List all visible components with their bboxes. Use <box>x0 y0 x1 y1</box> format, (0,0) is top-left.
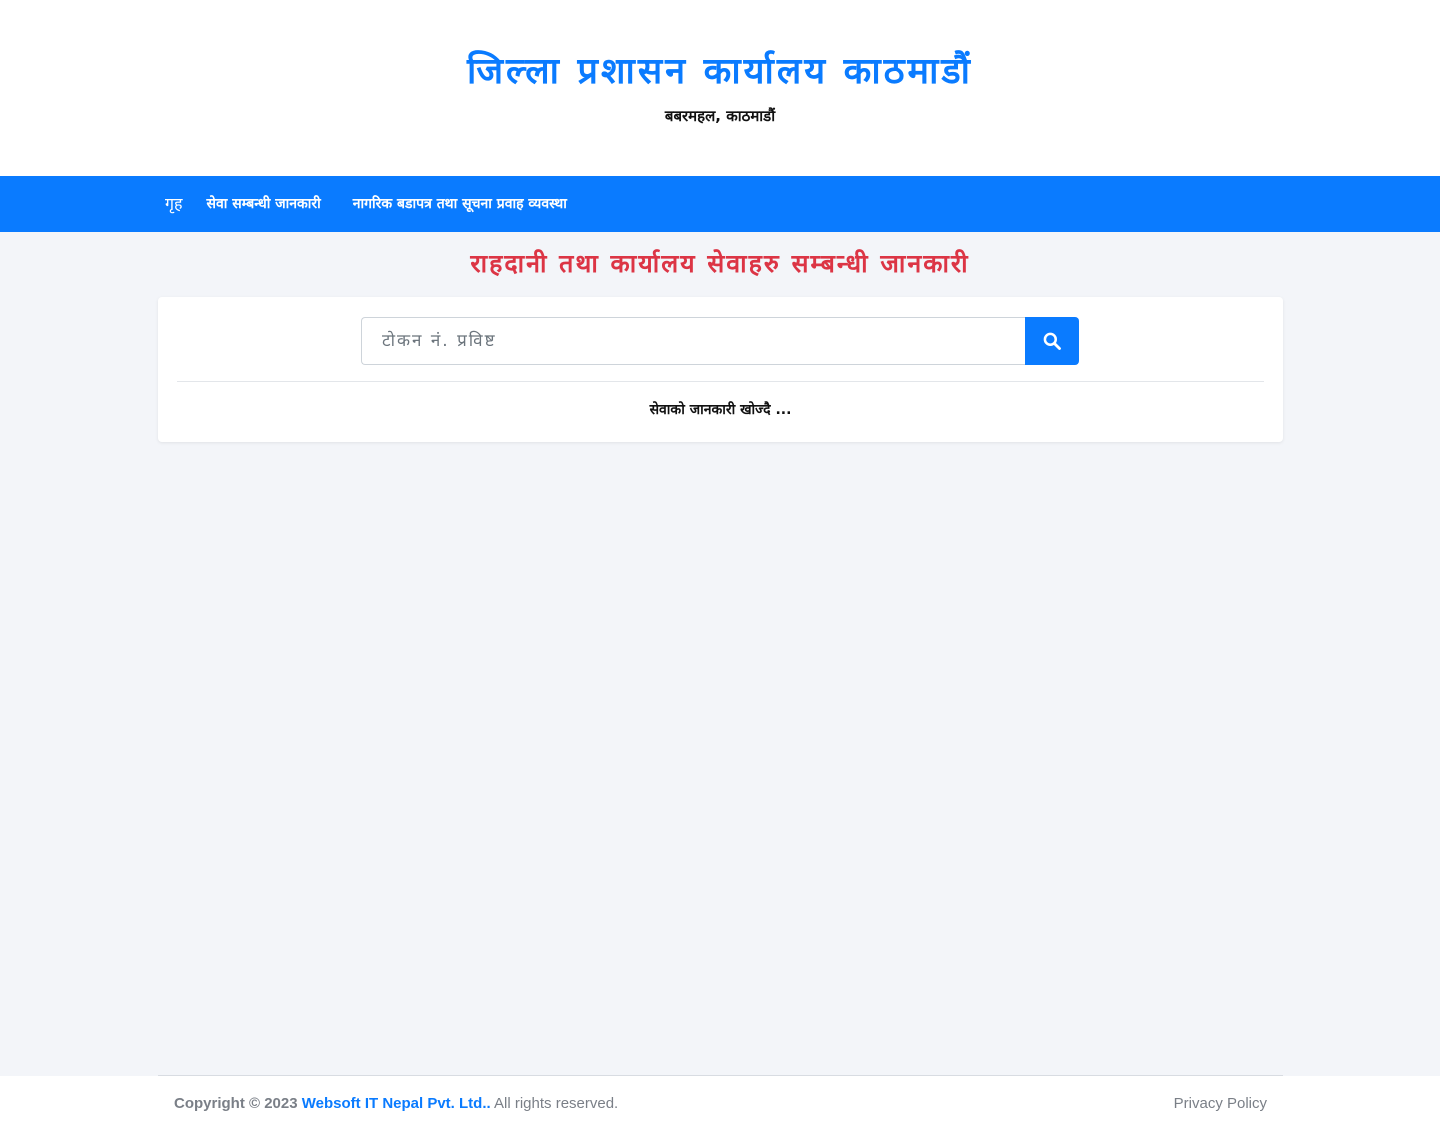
page-footer: Copyright © 2023 Websoft IT Nepal Pvt. L… <box>0 1076 1440 1132</box>
nav-citizen-charter-link[interactable]: नागरिक बडापत्र तथा सूचना प्रवाह व्यवस्था <box>353 176 567 232</box>
search-button[interactable] <box>1025 317 1079 365</box>
nav-home-link[interactable]: गृह <box>165 176 183 232</box>
site-title: जिल्ला प्रशासन कार्यालय काठमाडौं <box>467 51 973 92</box>
card-divider <box>177 381 1264 382</box>
company-link[interactable]: Websoft IT Nepal Pvt. Ltd. <box>302 1095 487 1112</box>
search-icon <box>1043 332 1061 350</box>
site-subtitle: बबरमहल, काठमाडौं <box>664 107 776 125</box>
token-search-input[interactable] <box>361 317 1025 365</box>
search-status-text: सेवाको जानकारी खोज्दै ... <box>649 402 792 418</box>
site-header: जिल्ला प्रशासन कार्यालय काठमाडौं बबरमहल,… <box>0 0 1440 176</box>
search-card: सेवाको जानकारी खोज्दै ... <box>158 297 1283 442</box>
page-heading: राहदानी तथा कार्यालय सेवाहरु सम्बन्धी जा… <box>470 249 970 278</box>
rights-text: All rights reserved. <box>494 1095 619 1112</box>
privacy-policy-link[interactable]: Privacy Policy <box>1174 1092 1267 1116</box>
footer-dot: . <box>486 1095 491 1112</box>
main-navbar: गृह सेवा सम्बन्धी जानकारी नागरिक बडापत्र… <box>0 176 1440 232</box>
navbar-items: गृह सेवा सम्बन्धी जानकारी नागरिक बडापत्र… <box>158 176 567 232</box>
token-search-group <box>361 317 1079 365</box>
nav-service-info-link[interactable]: सेवा सम्बन्धी जानकारी <box>207 176 321 232</box>
copyright-text: Copyright © 2023 <box>174 1095 298 1112</box>
footer-copyright-line: Copyright © 2023 Websoft IT Nepal Pvt. L… <box>174 1092 618 1116</box>
